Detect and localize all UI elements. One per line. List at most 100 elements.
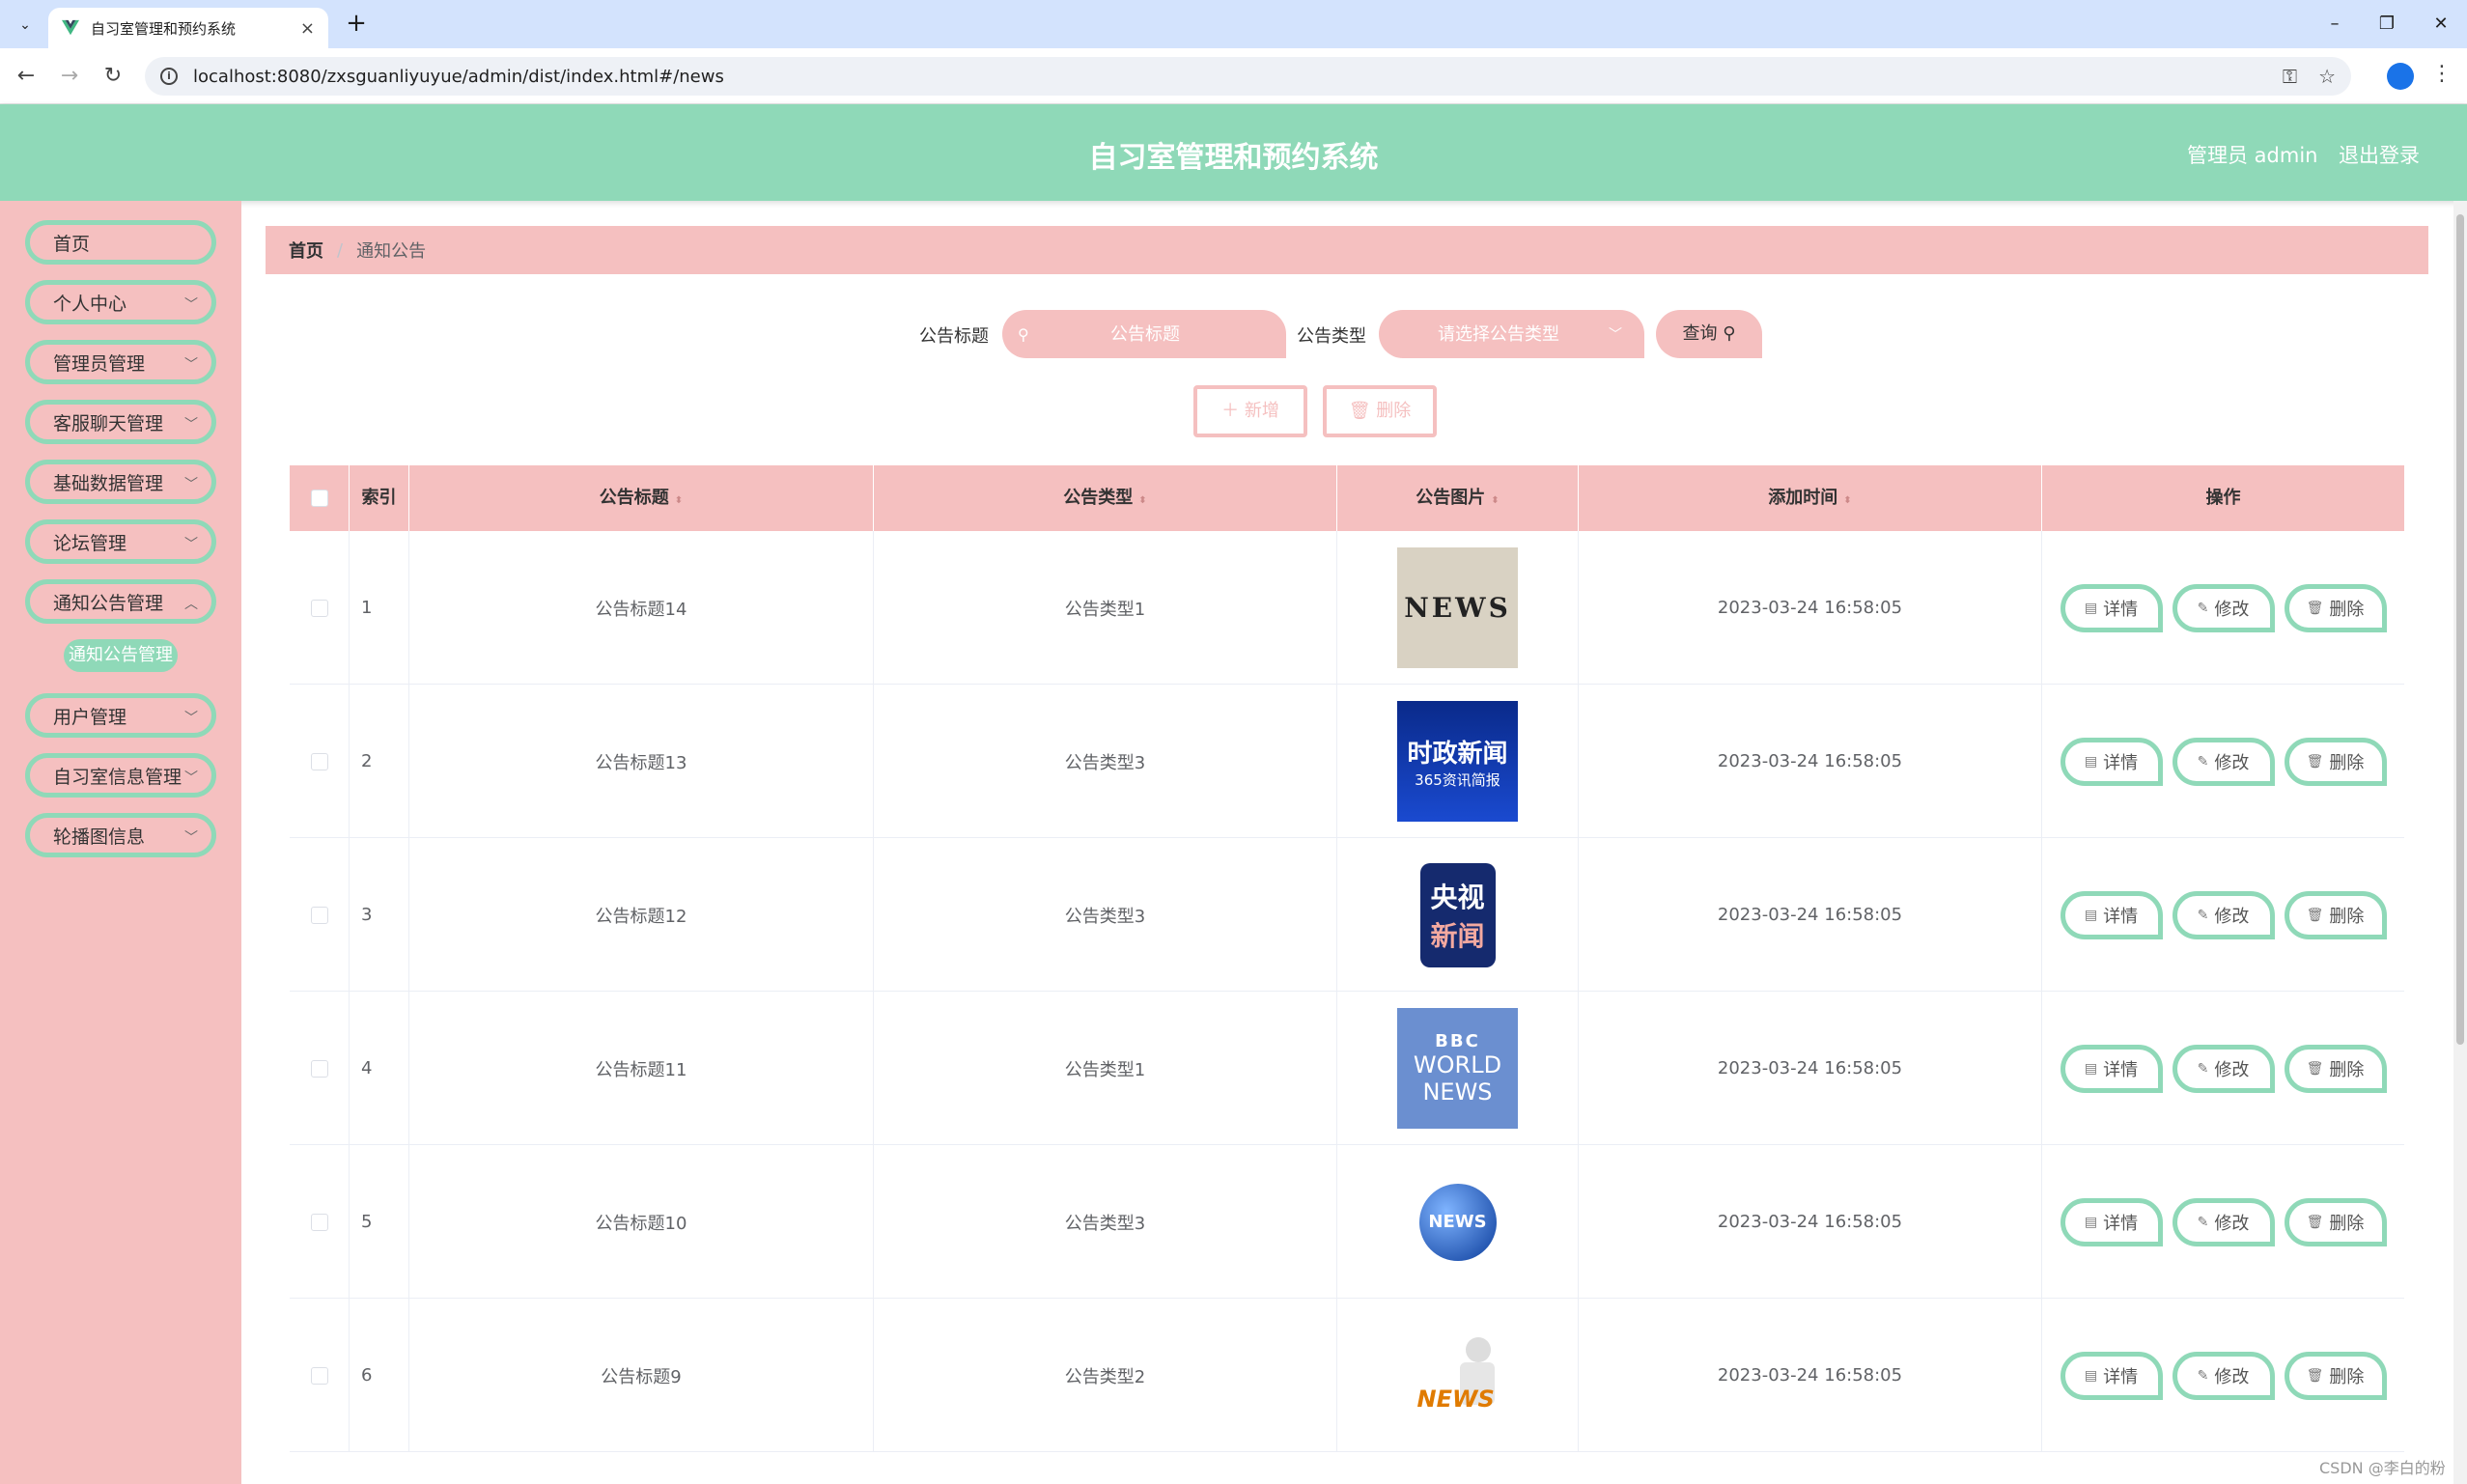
row-checkbox[interactable] bbox=[310, 599, 328, 617]
row-checkbox[interactable] bbox=[310, 1059, 328, 1078]
batch-delete-button[interactable]: 🗑 删除 bbox=[1323, 385, 1437, 437]
detail-button[interactable]: ▤ 详情 bbox=[2060, 583, 2163, 632]
back-icon[interactable]: ← bbox=[12, 62, 41, 91]
breadcrumb-home[interactable]: 首页 bbox=[289, 238, 323, 263]
batch-delete-label: 删除 bbox=[1376, 401, 1412, 421]
scrollbar-thumb[interactable] bbox=[2456, 214, 2464, 1045]
image-text: BBC bbox=[1435, 1031, 1480, 1051]
row-image-cell: 时政新闻 365资讯简报 bbox=[1337, 685, 1579, 838]
delete-button[interactable]: 🗑 删除 bbox=[2284, 737, 2387, 786]
key-icon[interactable]: ⚿ bbox=[2283, 65, 2297, 88]
notice-image: NEWS bbox=[1397, 1315, 1518, 1436]
site-info-icon[interactable]: i bbox=[160, 68, 178, 85]
query-button[interactable]: 查询 ⚲ bbox=[1656, 310, 1762, 358]
url-omnibox[interactable]: i localhost:8080/zxsguanliyuyue/admin/di… bbox=[145, 57, 2351, 96]
sidebar-item-study-room[interactable]: 自习室信息管理 ﹀ bbox=[25, 753, 216, 798]
trash-icon: 🗑 bbox=[2306, 600, 2324, 616]
edit-button[interactable]: ✎ 修改 bbox=[2172, 1197, 2275, 1246]
detail-button[interactable]: ▤ 详情 bbox=[2060, 1044, 2163, 1093]
browser-menu-icon[interactable]: ⋮ bbox=[2431, 62, 2453, 86]
row-select-cell bbox=[290, 685, 350, 838]
restore-icon[interactable]: ❐ bbox=[2369, 10, 2404, 39]
sidebar-item-notice[interactable]: 通知公告管理 ︿ bbox=[25, 579, 216, 624]
table-header: 索引 公告标题 ⬍ 公告类型 ⬍ 公告图片 ⬍ 添加时间 ⬍ 操作 bbox=[290, 465, 2404, 531]
row-select-cell bbox=[290, 531, 350, 685]
page-scrollbar[interactable] bbox=[2453, 201, 2467, 1484]
sidebar-item-forum[interactable]: 论坛管理 ﹀ bbox=[25, 519, 216, 564]
close-window-icon[interactable]: ✕ bbox=[2424, 10, 2458, 39]
forward-icon[interactable]: → bbox=[55, 62, 84, 91]
detail-button[interactable]: ▤ 详情 bbox=[2060, 890, 2163, 939]
sort-icon[interactable]: ⬍ bbox=[1843, 495, 1851, 506]
header-image[interactable]: 公告图片 ⬍ bbox=[1337, 465, 1579, 531]
edit-button[interactable]: ✎ 修改 bbox=[2172, 737, 2275, 786]
search-type-select[interactable]: ﹀ bbox=[1379, 310, 1644, 358]
tab-close-icon[interactable]: × bbox=[300, 18, 315, 39]
delete-button[interactable]: 🗑 删除 bbox=[2284, 583, 2387, 632]
delete-button[interactable]: 🗑 删除 bbox=[2284, 1044, 2387, 1093]
select-all-checkbox[interactable] bbox=[310, 490, 328, 507]
detail-button[interactable]: ▤ 详情 bbox=[2060, 1197, 2163, 1246]
trash-icon: 🗑 bbox=[2306, 907, 2324, 923]
row-ops: ▤ 详情 ✎ 修改 🗑 删除 bbox=[2042, 1145, 2404, 1299]
star-icon[interactable]: ☆ bbox=[2318, 65, 2336, 88]
minimize-icon[interactable]: – bbox=[2317, 10, 2352, 39]
reload-icon[interactable]: ↻ bbox=[98, 62, 127, 91]
row-checkbox[interactable] bbox=[310, 906, 328, 924]
row-time: 2023-03-24 16:58:05 bbox=[1579, 838, 2042, 992]
detail-button[interactable]: ▤ 详情 bbox=[2060, 737, 2163, 786]
sidebar-item-home[interactable]: 首页 bbox=[25, 220, 216, 265]
sidebar-subitem-notice-management[interactable]: 通知公告管理 bbox=[64, 639, 178, 672]
search-type-input[interactable] bbox=[1392, 323, 1605, 345]
new-tab-icon[interactable]: + bbox=[342, 10, 371, 39]
sidebar-item-base-data[interactable]: 基础数据管理 ﹀ bbox=[25, 460, 216, 504]
edit-button[interactable]: ✎ 修改 bbox=[2172, 890, 2275, 939]
row-type: 公告类型1 bbox=[874, 992, 1337, 1145]
header-image-label: 公告图片 bbox=[1416, 488, 1486, 508]
row-time: 2023-03-24 16:58:05 bbox=[1579, 1145, 2042, 1299]
url-text[interactable]: localhost:8080/zxsguanliyuyue/admin/dist… bbox=[193, 67, 2261, 87]
tab-search-icon[interactable]: ⌄ bbox=[12, 12, 39, 39]
sidebar-item-users[interactable]: 用户管理 ﹀ bbox=[25, 693, 216, 738]
address-bar: ← → ↻ i localhost:8080/zxsguanliyuyue/ad… bbox=[0, 48, 2467, 104]
chevron-down-icon: ﹀ bbox=[184, 297, 198, 313]
detail-button[interactable]: ▤ 详情 bbox=[2060, 1351, 2163, 1400]
row-time: 2023-03-24 16:58:05 bbox=[1579, 1299, 2042, 1452]
search-title-input[interactable] bbox=[1039, 323, 1251, 345]
row-image-cell: 央视 新闻 bbox=[1337, 838, 1579, 992]
row-checkbox[interactable] bbox=[310, 752, 328, 770]
header-title[interactable]: 公告标题 ⬍ bbox=[409, 465, 874, 531]
row-checkbox[interactable] bbox=[310, 1366, 328, 1385]
sidebar-item-chat-management[interactable]: 客服聊天管理 ﹀ bbox=[25, 400, 216, 444]
sidebar-item-personal-center[interactable]: 个人中心 ﹀ bbox=[25, 280, 216, 324]
row-checkbox[interactable] bbox=[310, 1213, 328, 1231]
edit-label: 修改 bbox=[2214, 752, 2250, 773]
add-button[interactable]: ＋ 新增 bbox=[1193, 385, 1307, 437]
delete-button[interactable]: 🗑 删除 bbox=[2284, 1351, 2387, 1400]
edit-button[interactable]: ✎ 修改 bbox=[2172, 1351, 2275, 1400]
edit-button[interactable]: ✎ 修改 bbox=[2172, 583, 2275, 632]
image-subtext: 365资讯简报 bbox=[1415, 770, 1500, 789]
document-icon: ▤ bbox=[2084, 907, 2098, 923]
search-title-field[interactable]: ⚲ bbox=[1002, 310, 1286, 358]
trash-icon: 🗑 bbox=[2306, 753, 2324, 770]
sort-icon[interactable]: ⬍ bbox=[1491, 495, 1499, 506]
sidebar-item-carousel[interactable]: 轮播图信息 ﹀ bbox=[25, 813, 216, 857]
sidebar-item-label: 通知公告管理 bbox=[53, 592, 164, 614]
header-time[interactable]: 添加时间 ⬍ bbox=[1579, 465, 2042, 531]
trash-icon: 🗑 bbox=[2306, 1060, 2324, 1077]
delete-button[interactable]: 🗑 删除 bbox=[2284, 890, 2387, 939]
sort-icon[interactable]: ⬍ bbox=[1138, 495, 1146, 506]
logout-link[interactable]: 退出登录 bbox=[2339, 140, 2420, 169]
browser-tab[interactable]: 自习室管理和预约系统 × bbox=[48, 8, 328, 48]
sidebar-item-admin-management[interactable]: 管理员管理 ﹀ bbox=[25, 340, 216, 384]
header-type[interactable]: 公告类型 ⬍ bbox=[874, 465, 1337, 531]
edit-button[interactable]: ✎ 修改 bbox=[2172, 1044, 2275, 1093]
delete-button[interactable]: 🗑 删除 bbox=[2284, 1197, 2387, 1246]
profile-avatar-icon[interactable] bbox=[2387, 63, 2414, 90]
row-title: 公告标题9 bbox=[409, 1299, 874, 1452]
vue-logo-icon bbox=[62, 19, 79, 36]
table-row: 5 公告标题10 公告类型3 NEWS 2023-03-24 16:58:05 … bbox=[290, 1145, 2404, 1299]
search-icon: ⚲ bbox=[1723, 323, 1736, 344]
sort-icon[interactable]: ⬍ bbox=[675, 495, 683, 506]
